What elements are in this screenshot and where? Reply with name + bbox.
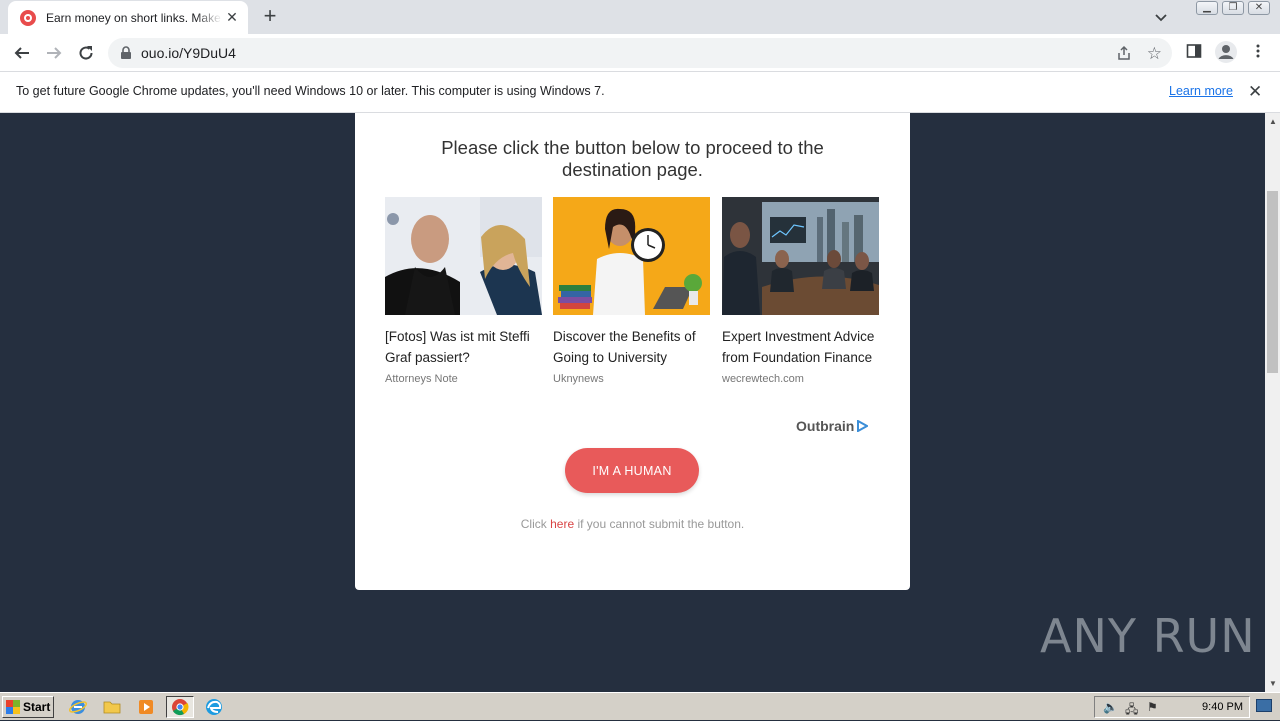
content-card: Please click the button below to proceed…: [355, 113, 910, 590]
ad-item[interactable]: Expert Investment Advice from Foundation…: [722, 197, 879, 385]
scrollbar-thumb[interactable]: [1267, 191, 1278, 373]
ad-title[interactable]: Expert Investment Advice from Foundation…: [722, 326, 879, 368]
ad-title[interactable]: [Fotos] Was ist mit Steffi Graf passiert…: [385, 326, 542, 368]
browser-tab[interactable]: Earn money on short links. Make short li…: [8, 1, 248, 34]
learn-more-link[interactable]: Learn more: [1169, 84, 1233, 98]
profile-avatar-icon[interactable]: [1214, 40, 1238, 64]
fallback-prefix: Click: [520, 517, 551, 531]
lock-icon[interactable]: [120, 46, 132, 60]
new-tab-button[interactable]: +: [258, 5, 282, 29]
taskbar-ie-button[interactable]: [64, 696, 92, 718]
start-label: Start: [23, 700, 51, 714]
fallback-suffix: if you cannot submit the button.: [574, 517, 745, 531]
outbrain-label: Outbrain: [796, 418, 855, 434]
taskbar-media-player-button[interactable]: [132, 696, 160, 718]
forward-button[interactable]: [42, 41, 66, 65]
share-icon[interactable]: [1116, 45, 1132, 61]
infobar-message: To get future Google Chrome updates, you…: [16, 84, 605, 98]
taskbar-edge-button[interactable]: [200, 696, 228, 718]
address-bar[interactable]: ouo.io/Y9DuU4 ☆: [108, 38, 1172, 68]
ad-title[interactable]: Discover the Benefits of Going to Univer…: [553, 326, 710, 368]
ad-source: wecrewtech.com: [722, 373, 804, 385]
minimize-button[interactable]: ▁: [1196, 1, 1218, 15]
outbrain-logo[interactable]: Outbrain: [796, 418, 869, 434]
volume-icon[interactable]: 🔈: [1103, 700, 1118, 714]
page-heading: Please click the button below to proceed…: [441, 137, 824, 180]
scroll-down-arrow-icon[interactable]: ▼: [1269, 679, 1277, 688]
ad-item[interactable]: Discover the Benefits of Going to Univer…: [553, 197, 710, 385]
back-arrow-icon: [14, 47, 29, 59]
show-desktop-icon[interactable]: [1256, 699, 1272, 712]
tab-search-icon[interactable]: [1152, 8, 1170, 26]
folder-icon: [103, 701, 121, 714]
close-tab-icon[interactable]: ✕: [224, 9, 240, 25]
action-center-flag-icon[interactable]: ⚑: [1147, 700, 1158, 714]
taskbar-chrome-button[interactable]: [166, 696, 194, 718]
media-player-icon: [139, 700, 153, 714]
internet-explorer-icon: [69, 700, 87, 714]
taskbar-explorer-button[interactable]: [98, 696, 126, 718]
window-close-button[interactable]: ✕: [1248, 1, 1270, 15]
tab-strip: Earn money on short links. Make short li…: [0, 0, 1280, 34]
im-a-human-button[interactable]: I'M A HUMAN: [565, 448, 699, 493]
ad-source: Attorneys Note: [385, 373, 458, 385]
page-scrollbar[interactable]: ▲ ▼: [1265, 113, 1280, 692]
infobar-close-icon[interactable]: ✕: [1248, 82, 1262, 102]
site-favicon-icon: [20, 9, 36, 26]
network-icon[interactable]: 🖧: [1125, 700, 1138, 721]
tab-title: Earn money on short links. Make short li…: [46, 10, 222, 25]
edge-icon: [206, 699, 222, 715]
fallback-here-link[interactable]: here: [550, 517, 574, 531]
url-text: ouo.io/Y9DuU4: [141, 45, 236, 61]
back-button[interactable]: [10, 41, 34, 65]
scroll-up-arrow-icon[interactable]: ▲: [1269, 117, 1277, 126]
ad-image-meeting[interactable]: [722, 197, 879, 315]
reload-button[interactable]: [74, 41, 98, 65]
outbrain-play-icon: [857, 420, 869, 432]
ad-image-student[interactable]: [553, 197, 710, 315]
windows-flag-icon: [6, 700, 20, 714]
browser-toolbar: ouo.io/Y9DuU4 ☆: [0, 34, 1280, 72]
chrome-icon: [172, 699, 189, 716]
start-button[interactable]: Start: [2, 696, 54, 718]
side-panel-icon[interactable]: [1186, 43, 1202, 59]
restore-button[interactable]: ❐: [1222, 1, 1244, 15]
ad-item[interactable]: [Fotos] Was ist mit Steffi Graf passiert…: [385, 197, 542, 385]
forward-arrow-icon: [47, 47, 62, 59]
system-tray: 🔈 🖧 ⚑ 9:40 PM: [1094, 696, 1250, 718]
ad-source: Uknynews: [553, 373, 604, 385]
reload-icon: [79, 46, 93, 60]
fallback-text: Click here if you cannot submit the butt…: [355, 517, 910, 531]
windows-taskbar: Start 🔈 🖧 ⚑ 9:40 PM: [0, 692, 1280, 720]
update-infobar: To get future Google Chrome updates, you…: [0, 72, 1280, 113]
anyrun-watermark: ANY RUN: [1040, 609, 1256, 663]
ad-image-couple[interactable]: [385, 197, 542, 315]
menu-kebab-icon[interactable]: [1250, 43, 1266, 59]
clock-time[interactable]: 9:40 PM: [1202, 701, 1243, 713]
page-viewport: Please click the button below to proceed…: [0, 113, 1265, 692]
bookmark-star-icon[interactable]: ☆: [1147, 44, 1162, 64]
